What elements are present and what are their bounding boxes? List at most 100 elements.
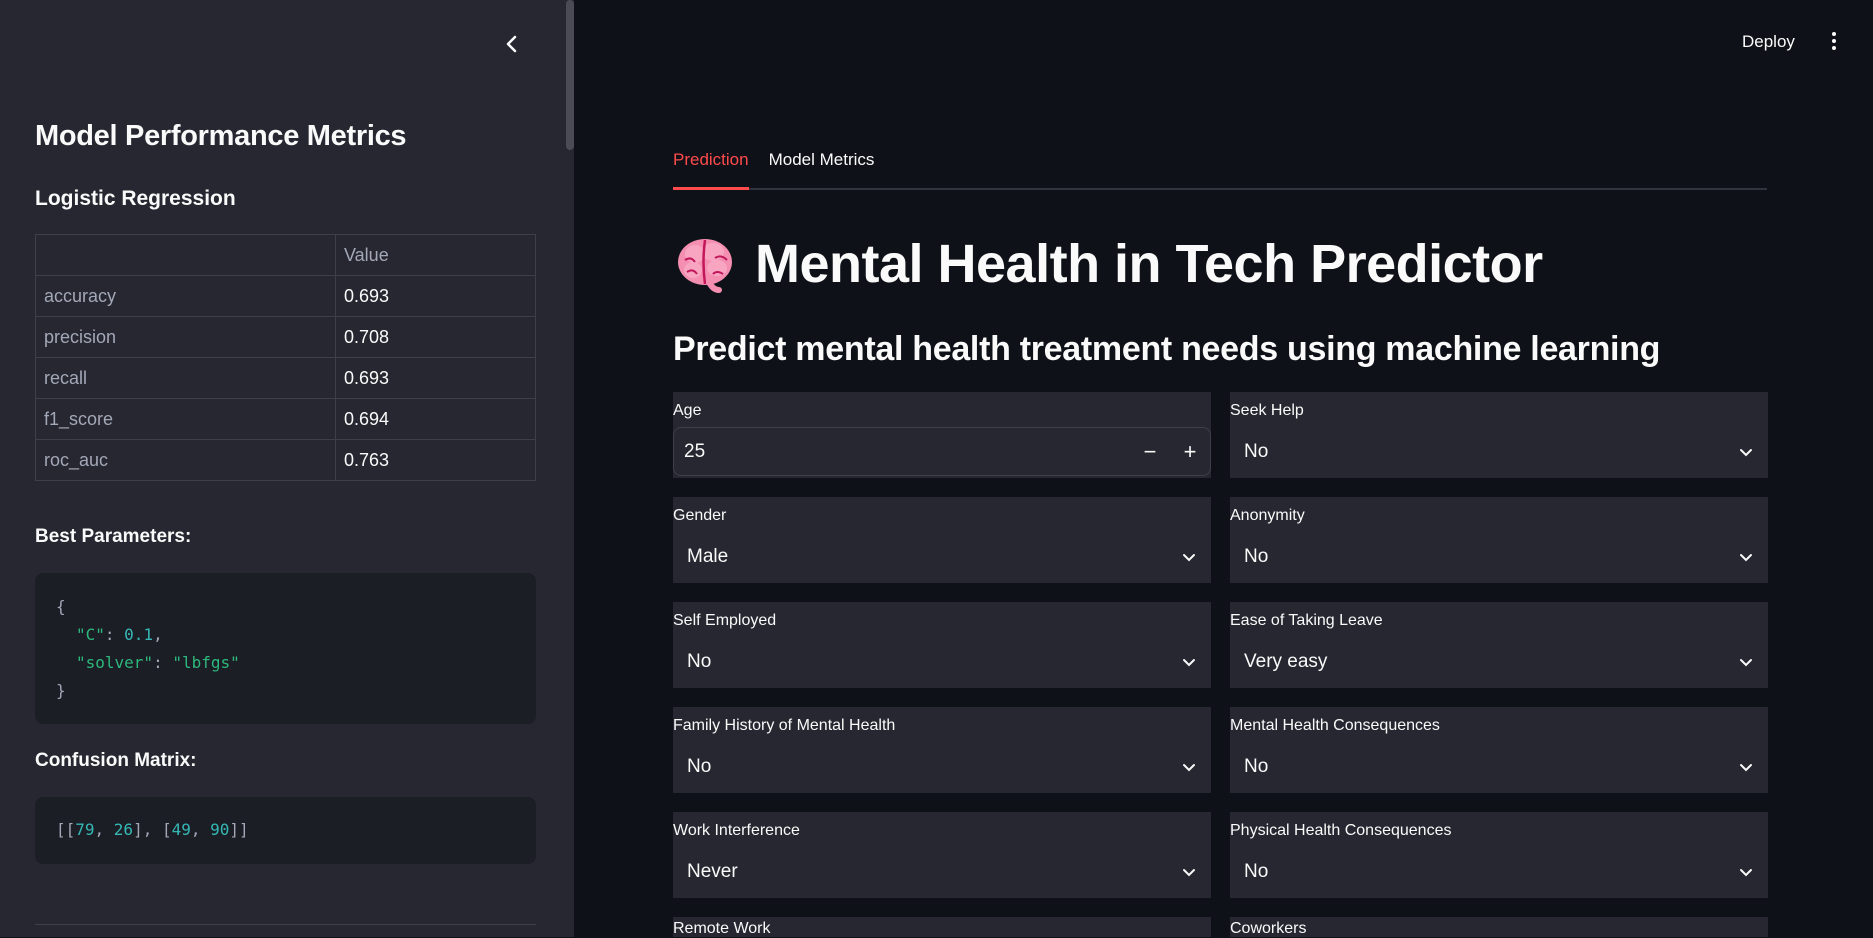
table-header-index: [35, 234, 336, 276]
chevron-down-icon: [1183, 869, 1195, 877]
metric-value: 0.694: [335, 398, 536, 440]
seek-help-select[interactable]: No: [1230, 426, 1768, 478]
select-value: Male: [687, 546, 729, 567]
chevron-down-icon: [1740, 764, 1752, 772]
model-name: Logistic Regression: [35, 187, 236, 210]
field-label: Age: [673, 402, 702, 419]
gender-select[interactable]: Male: [673, 531, 1211, 583]
code-brace-open: {: [56, 597, 66, 616]
metric-value: 0.708: [335, 316, 536, 358]
chevron-left-icon: [506, 35, 517, 53]
select-value: No: [687, 651, 712, 672]
table-row: accuracy 0.693: [35, 275, 536, 317]
sidebar-scrollbar[interactable]: [566, 0, 574, 150]
table-row: recall 0.693: [35, 357, 536, 399]
table-row: f1_score 0.694: [35, 398, 536, 440]
chevron-down-icon: [1740, 869, 1752, 877]
field-label: Anonymity: [1230, 507, 1305, 524]
select-value: Very easy: [1244, 651, 1328, 672]
select-value: No: [687, 756, 712, 777]
chevron-down-icon: [1183, 659, 1195, 667]
field-label: Work Interference: [673, 822, 800, 839]
mh-consequence-field: Mental Health Consequences No: [1230, 707, 1768, 793]
confusion-matrix-label: Confusion Matrix:: [35, 750, 197, 771]
tab-prediction[interactable]: Prediction: [673, 150, 749, 190]
table-header-value: Value: [335, 234, 536, 276]
leave-select[interactable]: Very easy: [1230, 636, 1768, 688]
age-value[interactable]: 25: [684, 441, 1130, 463]
metric-name: recall: [35, 357, 336, 399]
code-key-c: "C": [76, 625, 105, 644]
code-val-c: 0.1: [124, 625, 154, 644]
work-interference-select[interactable]: Never: [673, 846, 1211, 898]
decrement-button[interactable]: −: [1130, 429, 1170, 475]
age-field: Age 25 − +: [673, 392, 1211, 478]
field-label: Self Employed: [673, 612, 777, 629]
field-label: Physical Health Consequences: [1230, 822, 1452, 839]
sidebar-divider: [35, 924, 536, 925]
tab-model-metrics[interactable]: Model Metrics: [769, 150, 885, 188]
best-params-label: Best Parameters:: [35, 526, 192, 547]
age-number-input[interactable]: 25 − +: [673, 427, 1211, 476]
cm-fn: 49: [171, 820, 191, 839]
metric-name: accuracy: [35, 275, 336, 317]
metrics-table: Value accuracy 0.693 precision 0.708 recal…: [35, 234, 536, 481]
self-employed-select[interactable]: No: [673, 636, 1211, 688]
select-value: Never: [687, 861, 738, 882]
kebab-menu-icon[interactable]: [1824, 28, 1844, 54]
field-label: Family History of Mental Health: [673, 717, 896, 734]
table-row: precision 0.708: [35, 316, 536, 358]
field-label: Mental Health Consequences: [1230, 717, 1440, 734]
chevron-down-icon: [1740, 449, 1752, 457]
field-label: Seek Help: [1230, 402, 1304, 419]
chevron-down-icon: [1740, 659, 1752, 667]
field-label: Gender: [673, 507, 727, 524]
increment-button[interactable]: +: [1170, 429, 1210, 475]
leave-field: Ease of Taking Leave Very easy: [1230, 602, 1768, 688]
remote-work-field: Remote Work: [673, 917, 1211, 937]
table-header-row: Value: [35, 234, 536, 276]
mh-consequence-select[interactable]: No: [1230, 741, 1768, 793]
cm-fp: 26: [113, 820, 134, 839]
select-value: No: [1244, 546, 1269, 567]
main-content: Deploy Prediction Model Metrics Mental H…: [574, 0, 1873, 937]
field-label: Remote Work: [673, 920, 771, 937]
metric-name: roc_auc: [35, 439, 336, 481]
deploy-button[interactable]: Deploy: [1734, 28, 1803, 56]
work-interference-field: Work Interference Never: [673, 812, 1211, 898]
gender-field: Gender Male: [673, 497, 1211, 583]
metric-value: 0.693: [335, 357, 536, 399]
metric-value: 0.763: [335, 439, 536, 481]
code-key-solver: "solver": [76, 653, 154, 672]
table-row: roc_auc 0.763: [35, 439, 536, 481]
sidebar-title: Model Performance Metrics: [35, 120, 407, 152]
page-subtitle: Predict mental health treatment needs us…: [673, 330, 1661, 368]
chevron-down-icon: [1183, 764, 1195, 772]
self-employed-field: Self Employed No: [673, 602, 1211, 688]
metric-value: 0.693: [335, 275, 536, 317]
chevron-down-icon: [1183, 554, 1195, 562]
field-label: Ease of Taking Leave: [1230, 612, 1383, 629]
anonymity-select[interactable]: No: [1230, 531, 1768, 583]
page-title: Mental Health in Tech Predictor: [673, 232, 1543, 296]
cm-tn: 79: [75, 820, 95, 839]
collapse-sidebar-button[interactable]: [498, 30, 526, 58]
chevron-down-icon: [1740, 554, 1752, 562]
metric-name: f1_score: [35, 398, 336, 440]
select-value: No: [1244, 756, 1269, 777]
phys-consequence-select[interactable]: No: [1230, 846, 1768, 898]
field-label: Coworkers: [1230, 920, 1307, 937]
code-val-solver: "lbfgs": [172, 653, 240, 672]
confusion-matrix-code: [[79, 26], [49, 90]]: [35, 797, 536, 864]
tab-bar: Prediction Model Metrics: [673, 150, 1767, 190]
family-history-field: Family History of Mental Health No: [673, 707, 1211, 793]
brain-icon: [678, 239, 732, 293]
coworkers-field: Coworkers: [1230, 917, 1768, 937]
phys-consequence-field: Physical Health Consequences No: [1230, 812, 1768, 898]
code-brace-close: }: [56, 681, 66, 700]
select-value: No: [1244, 861, 1269, 882]
metric-name: precision: [35, 316, 336, 358]
anonymity-field: Anonymity No: [1230, 497, 1768, 583]
family-history-select[interactable]: No: [673, 741, 1211, 793]
seek-help-field: Seek Help No: [1230, 392, 1768, 478]
